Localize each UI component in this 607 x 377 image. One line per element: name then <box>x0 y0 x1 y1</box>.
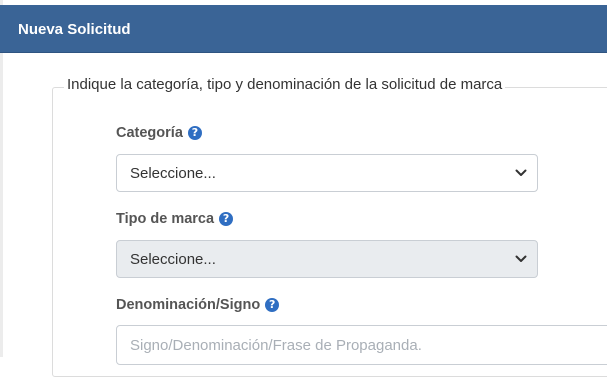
categoria-select[interactable]: Seleccione... <box>116 154 538 192</box>
denominacion-label: Denominación/Signo <box>116 297 261 313</box>
tipo-marca-select-value: Seleccione... <box>130 250 216 268</box>
question-circle-icon[interactable]: ? <box>265 298 280 312</box>
categoria-label-row: Categoría ? <box>116 125 202 141</box>
denominacion-placeholder: Signo/Denominación/Frase de Propaganda. <box>130 336 422 354</box>
panel-title: Nueva Solicitud <box>18 21 131 38</box>
chevron-down-icon <box>515 169 527 176</box>
question-circle-icon[interactable]: ? <box>187 126 202 140</box>
denominacion-label-row: Denominación/Signo ? <box>116 297 280 313</box>
fieldset-legend: Indique la categoría, tipo y denominació… <box>64 76 506 93</box>
categoria-label: Categoría <box>116 125 183 141</box>
tipo-marca-select[interactable]: Seleccione... <box>116 240 538 278</box>
denominacion-input[interactable]: Signo/Denominación/Frase de Propaganda. <box>116 325 607 365</box>
tipo-marca-label: Tipo de marca <box>116 211 215 227</box>
tipo-marca-label-row: Tipo de marca ? <box>116 211 234 227</box>
question-circle-icon[interactable]: ? <box>219 212 234 226</box>
categoria-select-value: Seleccione... <box>130 164 216 182</box>
panel-header: Nueva Solicitud <box>0 5 607 53</box>
left-edge-rule <box>0 0 3 357</box>
chevron-down-icon <box>515 255 527 262</box>
